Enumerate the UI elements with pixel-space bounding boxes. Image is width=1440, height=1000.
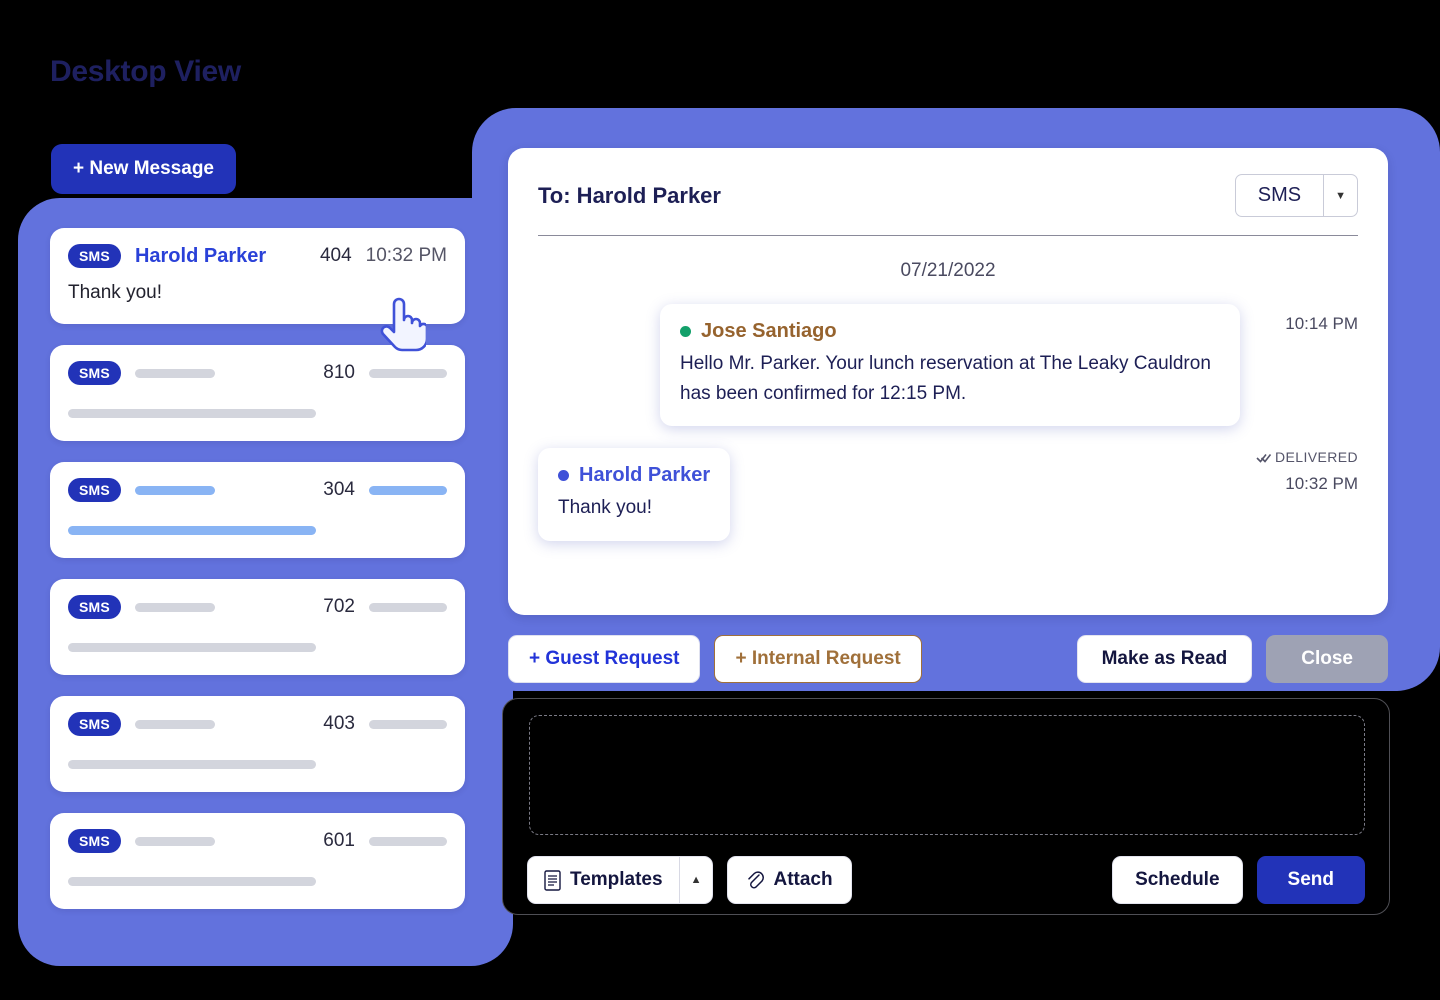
list-item[interactable]: SMS 702 xyxy=(50,579,465,675)
placeholder-bar xyxy=(134,368,216,378)
message-sender: Jose Santiago xyxy=(701,320,837,342)
placeholder-bar xyxy=(369,719,447,729)
list-item[interactable]: SMS 601 xyxy=(50,813,465,909)
message-row: Harold Parker Thank you! 10:32 PM xyxy=(538,448,1358,541)
channel-select[interactable]: SMS ▼ xyxy=(1234,174,1358,217)
sms-badge: SMS xyxy=(68,361,121,385)
compose-toolbar: Templates ▲ Attach Schedule Send xyxy=(527,856,1365,904)
placeholder-bar xyxy=(134,836,216,846)
sms-badge: SMS xyxy=(68,712,121,736)
conversation-number: 403 xyxy=(323,713,355,734)
list-item[interactable]: SMS Harold Parker 404 10:32 PM Thank you… xyxy=(50,228,465,324)
sms-badge: SMS xyxy=(68,244,121,268)
placeholder-bar xyxy=(369,368,447,378)
conversation-list: SMS Harold Parker 404 10:32 PM Thank you… xyxy=(50,228,465,930)
message-sender: Harold Parker xyxy=(579,464,711,487)
conversation-preview: Thank you! xyxy=(68,282,162,303)
chevron-up-icon[interactable]: ▲ xyxy=(678,857,713,903)
recipient-label: To: Harold Parker xyxy=(538,182,721,208)
sms-badge: SMS xyxy=(68,829,121,853)
status-dot-icon xyxy=(558,470,569,482)
message-text: Hello Mr. Parker. Your lunch reservation… xyxy=(680,353,1211,404)
placeholder-bar xyxy=(68,760,316,769)
placeholder-bar xyxy=(134,602,216,612)
guest-request-button[interactable]: + Guest Request xyxy=(508,635,701,683)
conversation-panel: To: Harold Parker SMS ▼ 07/21/2022 Jose … xyxy=(508,148,1388,615)
message-input[interactable] xyxy=(529,715,1365,835)
conversation-name: Harold Parker xyxy=(134,244,267,267)
document-icon xyxy=(544,869,561,891)
message-bubble: Harold Parker Thank you! xyxy=(538,448,731,541)
placeholder-bar xyxy=(369,836,447,846)
screenshot-root: Desktop View + New Message SMS Harold Pa… xyxy=(0,0,1440,1000)
attach-label: Attach xyxy=(773,869,833,890)
schedule-button[interactable]: Schedule xyxy=(1112,856,1243,904)
placeholder-bar xyxy=(369,485,447,495)
placeholder-bar xyxy=(134,485,216,495)
chevron-down-icon[interactable]: ▼ xyxy=(1323,175,1357,216)
message-time: 10:14 PM xyxy=(1285,314,1358,333)
new-message-button[interactable]: + New Message xyxy=(51,144,236,194)
placeholder-bar xyxy=(68,643,316,652)
close-button[interactable]: Close xyxy=(1266,635,1388,683)
date-separator: 07/21/2022 xyxy=(900,260,996,281)
conversation-actions: + Guest Request + Internal Request Make … xyxy=(508,635,1388,683)
list-item[interactable]: SMS 810 xyxy=(50,345,465,441)
conversation-number: 702 xyxy=(323,596,355,617)
list-item[interactable]: SMS 403 xyxy=(50,696,465,792)
attach-button[interactable]: Attach xyxy=(727,856,852,904)
send-button[interactable]: Send xyxy=(1256,856,1365,904)
placeholder-bar xyxy=(68,409,316,418)
message-row: Jose Santiago Hello Mr. Parker. Your lun… xyxy=(538,304,1358,465)
placeholder-bar xyxy=(369,602,447,612)
conversation-number: 304 xyxy=(323,479,355,500)
placeholder-bar xyxy=(134,719,216,729)
conversation-number: 810 xyxy=(323,362,355,383)
make-as-read-button[interactable]: Make as Read xyxy=(1076,635,1253,683)
placeholder-bar xyxy=(68,877,316,886)
templates-button[interactable]: Templates ▲ xyxy=(527,856,714,904)
sms-badge: SMS xyxy=(68,478,121,502)
page-title: Desktop View xyxy=(50,55,241,88)
conversation-header: To: Harold Parker SMS ▼ xyxy=(538,174,1358,236)
paperclip-icon xyxy=(748,871,765,889)
sms-badge: SMS xyxy=(68,595,121,619)
conversation-time: 10:32 PM xyxy=(365,245,447,266)
message-time: 10:32 PM xyxy=(1285,474,1358,494)
templates-label: Templates xyxy=(570,869,663,890)
internal-request-button[interactable]: + Internal Request xyxy=(714,635,922,683)
compose-panel: Templates ▲ Attach Schedule Send xyxy=(502,698,1390,915)
message-text: Thank you! xyxy=(558,497,652,519)
message-bubble: Jose Santiago Hello Mr. Parker. Your lun… xyxy=(660,304,1240,427)
conversation-number: 404 xyxy=(319,245,352,266)
conversation-number: 601 xyxy=(323,830,355,851)
placeholder-bar xyxy=(68,526,316,535)
status-dot-icon xyxy=(680,326,691,337)
channel-select-value: SMS xyxy=(1257,184,1302,206)
list-item[interactable]: SMS 304 xyxy=(50,462,465,558)
